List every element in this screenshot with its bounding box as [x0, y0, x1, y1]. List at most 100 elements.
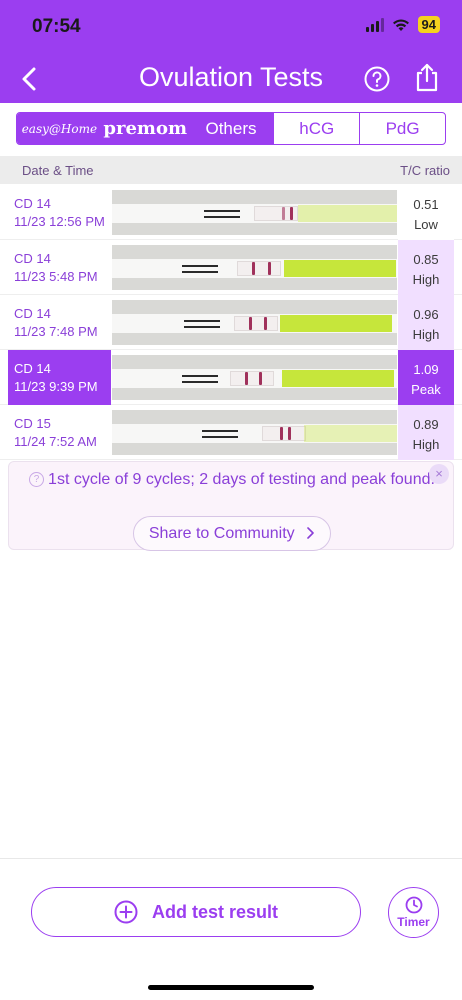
test-strip-photo[interactable] — [112, 355, 397, 400]
strip-handle — [304, 425, 397, 442]
control-line — [288, 427, 291, 440]
tc-ratio: 0.51 Low — [398, 185, 454, 240]
test-strip — [112, 314, 397, 333]
tab-label: premom — [103, 118, 187, 139]
result-date: CD 14 11/23 7:48 PM — [8, 295, 111, 350]
ratio-value: 0.85 — [413, 252, 439, 267]
test-datetime: 11/23 12:56 PM — [14, 214, 105, 229]
status-icons: 94 — [365, 16, 440, 33]
test-line — [245, 372, 248, 385]
test-results-list: CD 14 11/23 12:56 PM 0.51 Low CD 14 11/2… — [0, 185, 462, 460]
test-strip-photo[interactable] — [112, 300, 397, 345]
battery-indicator: 94 — [417, 16, 440, 33]
test-strip — [112, 369, 397, 388]
result-row[interactable]: CD 14 11/23 5:48 PM 0.85 High — [0, 240, 462, 295]
tab-hcg[interactable]: hCG — [274, 113, 361, 144]
control-line — [268, 262, 271, 275]
ratio-level: Peak — [411, 382, 441, 397]
result-window — [230, 371, 274, 386]
cycle-day: CD 15 — [14, 416, 51, 431]
result-date: CD 14 11/23 12:56 PM — [8, 185, 111, 240]
strip-handle — [284, 260, 396, 277]
test-strip-photo[interactable] — [112, 190, 397, 235]
question-circle-icon[interactable]: ? — [29, 472, 45, 487]
test-strip — [112, 204, 397, 223]
control-line — [290, 207, 293, 220]
table-header: Date & Time T/C ratio — [0, 156, 462, 184]
timer-label: Timer — [397, 915, 430, 929]
arrow-marks — [182, 371, 218, 386]
strip-handle — [280, 315, 392, 332]
result-row[interactable]: CD 15 11/24 7:52 AM 0.89 High — [0, 405, 462, 460]
tab-label: easy@Home — [21, 121, 98, 136]
result-window — [237, 261, 281, 276]
ratio-value: 0.96 — [413, 307, 439, 322]
home-indicator[interactable] — [148, 985, 314, 990]
add-test-result-button[interactable]: Add test result — [31, 887, 361, 937]
result-row[interactable]: CD 14 11/23 12:56 PM 0.51 Low — [0, 185, 462, 240]
tab-label: PdG — [385, 118, 420, 138]
tc-ratio: 0.89 High — [398, 405, 454, 460]
tab-label: hCG — [299, 118, 335, 138]
ratio-value: 0.89 — [413, 417, 439, 432]
test-datetime: 11/23 9:39 PM — [14, 379, 98, 394]
question-circle-icon[interactable] — [364, 66, 390, 92]
cycle-info-message: 1st cycle of 9 cycles; 2 days of testing… — [48, 471, 435, 488]
wifi-icon — [392, 19, 409, 31]
close-icon[interactable]: × — [429, 464, 449, 484]
brand-tabs: easy@Home premom Others hCG PdG — [16, 112, 446, 145]
tab-others[interactable]: Others — [188, 113, 275, 144]
tab-premom[interactable]: premom — [102, 113, 189, 144]
test-line — [249, 317, 252, 330]
strip-handle — [298, 205, 397, 222]
cycle-day: CD 14 — [14, 306, 51, 321]
control-line — [259, 372, 262, 385]
tc-ratio: 0.96 High — [398, 295, 454, 350]
tc-ratio: 1.09 Peak — [398, 350, 454, 405]
test-datetime: 11/24 7:52 AM — [14, 434, 97, 449]
control-line — [264, 317, 267, 330]
tab-label: Others — [205, 118, 257, 138]
share-community-label: Share to Community — [148, 525, 295, 542]
clock-icon — [405, 896, 423, 914]
test-strip — [112, 259, 397, 278]
ratio-level: High — [412, 327, 440, 342]
share-icon[interactable] — [413, 62, 441, 92]
arrow-marks — [182, 261, 218, 276]
ratio-value: 1.09 — [413, 362, 439, 377]
test-datetime: 11/23 7:48 PM — [14, 324, 98, 339]
column-tc-ratio: T/C ratio — [400, 163, 450, 178]
tab-pdg[interactable]: PdG — [360, 113, 445, 144]
column-date-time: Date & Time — [22, 163, 94, 178]
ratio-level: High — [412, 437, 440, 452]
cycle-day: CD 14 — [14, 361, 51, 376]
arrow-marks — [204, 206, 240, 221]
arrow-marks — [202, 426, 238, 441]
test-line — [252, 262, 255, 275]
timer-button[interactable]: Timer — [388, 887, 439, 938]
tc-ratio: 0.85 High — [398, 240, 454, 295]
result-row-selected[interactable]: CD 14 11/23 9:39 PM 1.09 Peak — [0, 350, 462, 405]
share-to-community-button[interactable]: Share to Community — [133, 516, 331, 551]
ratio-value: 0.51 — [413, 197, 439, 212]
test-strip — [112, 424, 397, 443]
test-line — [280, 427, 283, 440]
status-time: 07:54 — [32, 16, 81, 37]
arrow-marks — [184, 316, 220, 331]
app-header: 07:54 94 Ovulation Tests — [0, 0, 462, 103]
result-date: CD 14 11/23 9:39 PM — [8, 350, 111, 405]
cycle-day: CD 14 — [14, 196, 51, 211]
cycle-info-text: ? 1st cycle of 9 cycles; 2 days of testin… — [29, 470, 435, 489]
test-strip-photo[interactable] — [112, 245, 397, 290]
ratio-level: High — [412, 272, 440, 287]
cycle-day: CD 14 — [14, 251, 51, 266]
chevron-right-icon — [307, 527, 314, 539]
result-date: CD 15 11/24 7:52 AM — [8, 405, 111, 460]
result-window — [234, 316, 278, 331]
result-window — [262, 426, 306, 441]
result-row[interactable]: CD 14 11/23 7:48 PM 0.96 High — [0, 295, 462, 350]
plus-circle-icon — [114, 900, 138, 924]
strip-handle — [282, 370, 394, 387]
tab-easy-home[interactable]: easy@Home — [17, 113, 103, 144]
test-strip-photo[interactable] — [112, 410, 397, 455]
